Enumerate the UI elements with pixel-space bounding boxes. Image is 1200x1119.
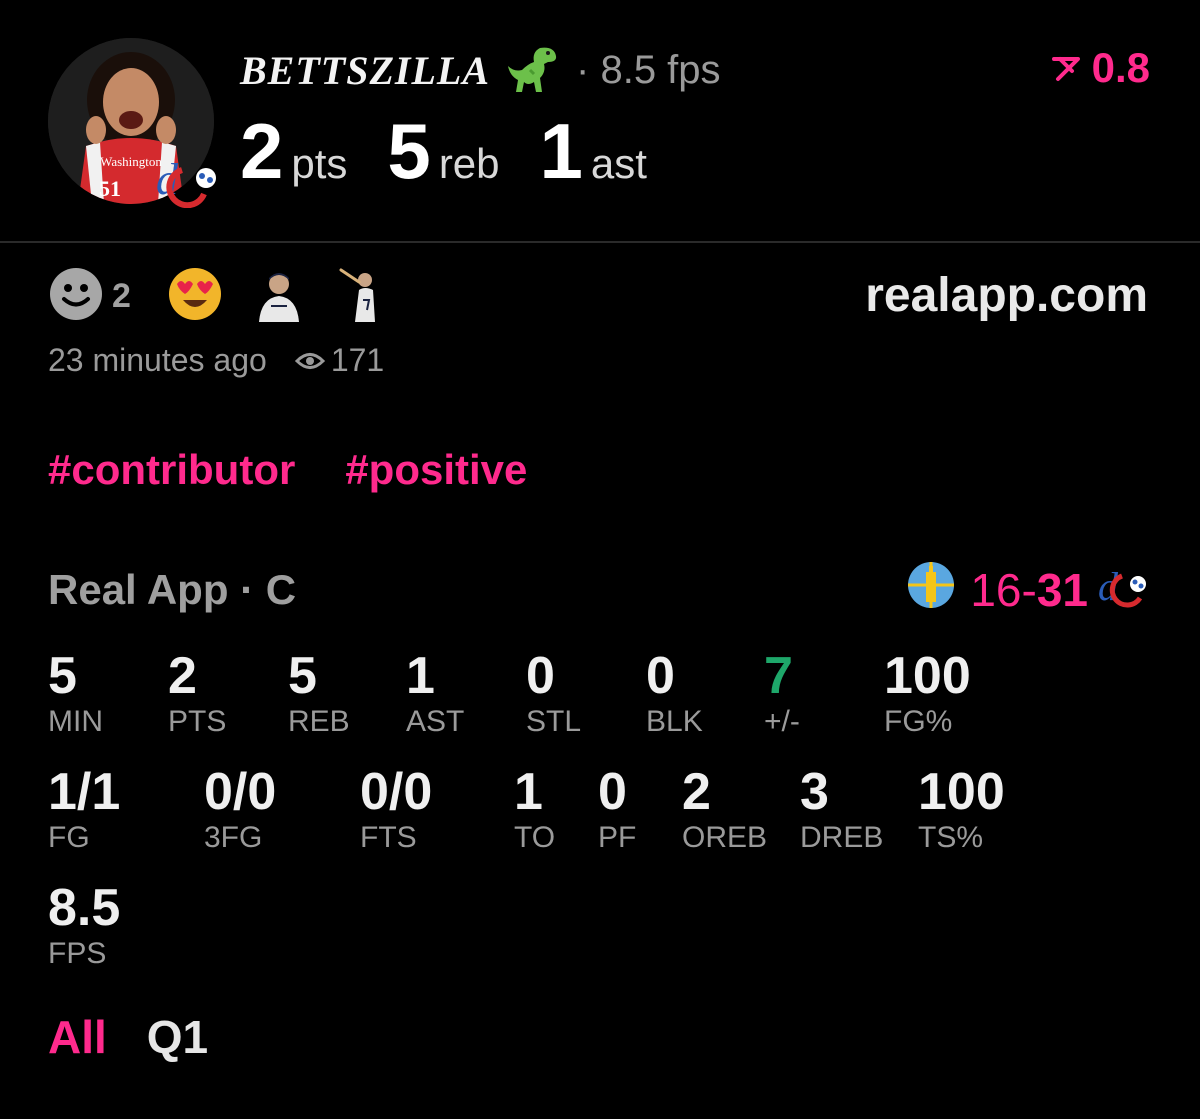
stat-ast: 1 AST [406,648,464,740]
stat-label: PTS [168,705,227,738]
stat-label: BLK [646,705,703,738]
headline-pts-unit: pts [291,140,348,187]
stat-min: 5 MIN [48,648,103,740]
mystics-team-logo-icon: d [1098,560,1150,621]
smile-count: 2 [112,276,131,315]
sky-team-logo-icon [906,560,956,621]
stat-plus-minus: 7 +/- [764,648,800,740]
headline-reb-unit: reb [438,140,500,187]
stat-pts: 2 PTS [168,648,226,740]
stat-label: OREB [682,821,768,854]
jersey-number: 51 [99,176,121,201]
reactions-row: 2 [48,266,419,327]
smile-icon[interactable] [48,266,104,327]
stat-value: 0 [598,763,627,821]
stat-reb: 5 REB [288,648,350,740]
stat-ts-pct: 100 TS% [918,764,1005,856]
score-separator: - [1021,564,1037,616]
stat-label: FPS [48,937,107,970]
eye-icon [294,352,325,369]
tag-positive[interactable]: #positive [345,446,527,494]
heart-eyes-emoji-icon[interactable] [167,266,223,327]
stat-value: 8.5 [48,879,121,937]
stat-value: 2 [682,763,711,821]
dinosaur-icon [504,42,564,98]
stat-label: 3FG [204,821,263,854]
user-avatar-icon[interactable] [251,266,307,327]
site-link[interactable]: realapp.com [865,268,1148,323]
batter-avatar-icon[interactable] [335,266,391,327]
headline-ast-unit: ast [590,140,647,187]
stat-value: 7 [764,647,793,705]
period-tabs: All Q1 [48,1010,248,1064]
stat-label: DREB [800,821,884,854]
stat-label: AST [406,705,465,738]
stat-fps: 8.5 FPS [48,880,120,972]
post-card: Washington 51 d BETTSZILLA · 8.5 fps 2 p… [0,0,1200,1119]
game-score[interactable]: 16 - 31 d [906,560,1150,621]
away-score: 31 [1036,564,1088,616]
stat-value: 0 [526,647,555,705]
tab-all[interactable]: All [48,1010,107,1064]
team-logo-icon: d [152,148,224,209]
stat-value: 1 [406,647,435,705]
stat-value: 5 [48,647,77,705]
stat-value: 1 [514,763,543,821]
stat-fg: 1/1 FG [48,764,120,856]
stat-value: 0/0 [204,763,277,821]
headline-stats: 2 pts 5 reb 1 ast [240,106,687,197]
stat-label: TO [514,821,556,854]
stat-label: REB [288,705,350,738]
stat-fg-pct: 100 FG% [884,648,971,740]
stat-value: 100 [884,647,971,705]
game-title: Real App · C [48,566,297,613]
stat-label: STL [526,705,582,738]
fps-inline: · 8.5 fps [576,47,721,92]
tag-list: #contributor #positive [48,446,577,494]
stat-label: TS% [918,821,984,854]
stat-label: FTS [360,821,417,854]
trend-down-arrow-icon [1051,57,1080,81]
stat-label: FG% [884,705,953,738]
home-score: 16 [970,564,1022,616]
stat-value: 1/1 [48,763,121,821]
post-time: 23 minutes ago [48,342,267,378]
stat-value: 5 [288,647,317,705]
stat-label: PF [598,821,637,854]
headline-reb-value: 5 [387,107,431,195]
rating-delta: 0.8 [1050,44,1150,92]
stat-pf: 0 PF [598,764,636,856]
views: 171 [294,342,385,379]
stat-stl: 0 STL [526,648,581,740]
tab-q1[interactable]: Q1 [147,1010,208,1064]
stat-label: MIN [48,705,103,738]
stat-3fg: 0/0 3FG [204,764,276,856]
post-meta: 23 minutes ago 171 [48,342,384,379]
stat-oreb: 2 OREB [682,764,767,856]
player-name[interactable]: BETTSZILLA [240,47,490,94]
stat-value: 0/0 [360,763,433,821]
stat-value: 2 [168,647,197,705]
headline-ast-value: 1 [539,107,583,195]
stat-label: +/- [764,705,800,738]
rating-delta-value: 0.8 [1091,44,1150,91]
stat-dreb: 3 DREB [800,764,883,856]
stat-value: 0 [646,647,675,705]
tag-contributor[interactable]: #contributor [48,446,295,494]
stat-value: 3 [800,763,829,821]
stat-blk: 0 BLK [646,648,703,740]
view-count: 171 [330,342,385,378]
stat-label: FG [48,821,90,854]
stat-fts: 0/0 FTS [360,764,432,856]
stat-value: 100 [918,763,1005,821]
player-name-row: BETTSZILLA · 8.5 fps [240,42,721,98]
headline-pts-value: 2 [240,107,284,195]
divider [0,241,1200,243]
stat-to: 1 TO [514,764,555,856]
